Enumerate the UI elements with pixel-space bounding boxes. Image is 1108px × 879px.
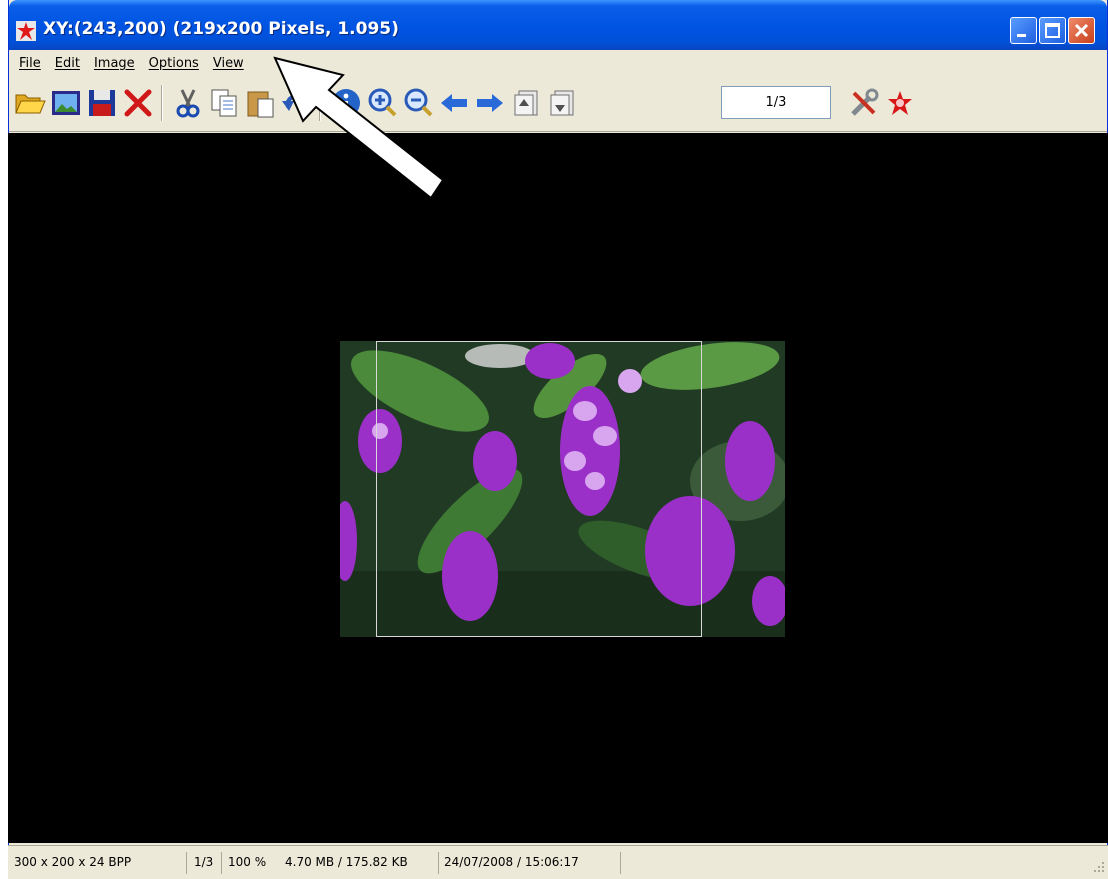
menu-file[interactable]: File — [12, 56, 48, 71]
menu-edit[interactable]: Edit — [48, 56, 87, 71]
title-bar[interactable]: XY:(243,200) (219x200 Pixels, 1.095) — [9, 0, 1107, 50]
paste-icon[interactable] — [244, 87, 276, 119]
previous-icon[interactable] — [438, 87, 470, 119]
menu-view[interactable]: View — [206, 56, 251, 71]
first-page-icon[interactable] — [510, 87, 542, 119]
menu-image[interactable]: Image — [87, 56, 142, 71]
minimize-icon — [1017, 34, 1026, 37]
page-indicator-field[interactable]: 1/3 — [721, 86, 831, 119]
status-divider — [438, 852, 439, 874]
menu-bar: File Edit Image Options View — [9, 50, 1107, 76]
displayed-photo[interactable] — [340, 341, 785, 637]
status-zoom: 100 % — [228, 855, 267, 869]
status-divider — [186, 852, 187, 874]
maximize-icon — [1045, 23, 1060, 38]
menu-options[interactable]: Options — [142, 56, 206, 71]
close-button[interactable] — [1068, 17, 1095, 44]
settings-icon[interactable] — [848, 87, 880, 119]
save-icon[interactable] — [86, 87, 118, 119]
status-datetime: 24/07/2008 / 15:06:17 — [444, 855, 579, 869]
open-folder-icon[interactable] — [14, 87, 46, 119]
toolbar-separator — [319, 85, 321, 121]
info-icon[interactable] — [330, 87, 362, 119]
undo-icon[interactable] — [280, 87, 312, 119]
cut-icon[interactable] — [172, 87, 204, 119]
toolbar-separator — [161, 85, 163, 121]
status-page: 1/3 — [194, 855, 214, 869]
flower-photo-image — [340, 341, 785, 637]
status-dimensions: 300 x 200 x 24 BPP — [14, 855, 132, 869]
exit-icon[interactable] — [884, 87, 916, 119]
resize-grip-icon[interactable] — [1092, 860, 1106, 874]
maximize-button[interactable] — [1039, 17, 1066, 44]
zoom-out-icon[interactable] — [402, 87, 434, 119]
status-memory: 4.70 MB / 175.82 KB — [285, 855, 408, 869]
delete-icon[interactable] — [122, 87, 154, 119]
close-icon — [1074, 23, 1089, 38]
app-logo-icon — [16, 21, 36, 41]
status-divider — [620, 852, 621, 874]
copy-icon[interactable] — [208, 87, 240, 119]
window-title: XY:(243,200) (219x200 Pixels, 1.095) — [43, 19, 399, 39]
zoom-in-icon[interactable] — [366, 87, 398, 119]
next-icon[interactable] — [474, 87, 506, 119]
slideshow-icon[interactable] — [50, 87, 82, 119]
status-divider — [221, 852, 222, 874]
minimize-button[interactable] — [1010, 17, 1037, 44]
status-bar: 300 x 200 x 24 BPP 1/3 100 % 4.70 MB / 1… — [8, 845, 1108, 879]
last-page-icon[interactable] — [546, 87, 578, 119]
